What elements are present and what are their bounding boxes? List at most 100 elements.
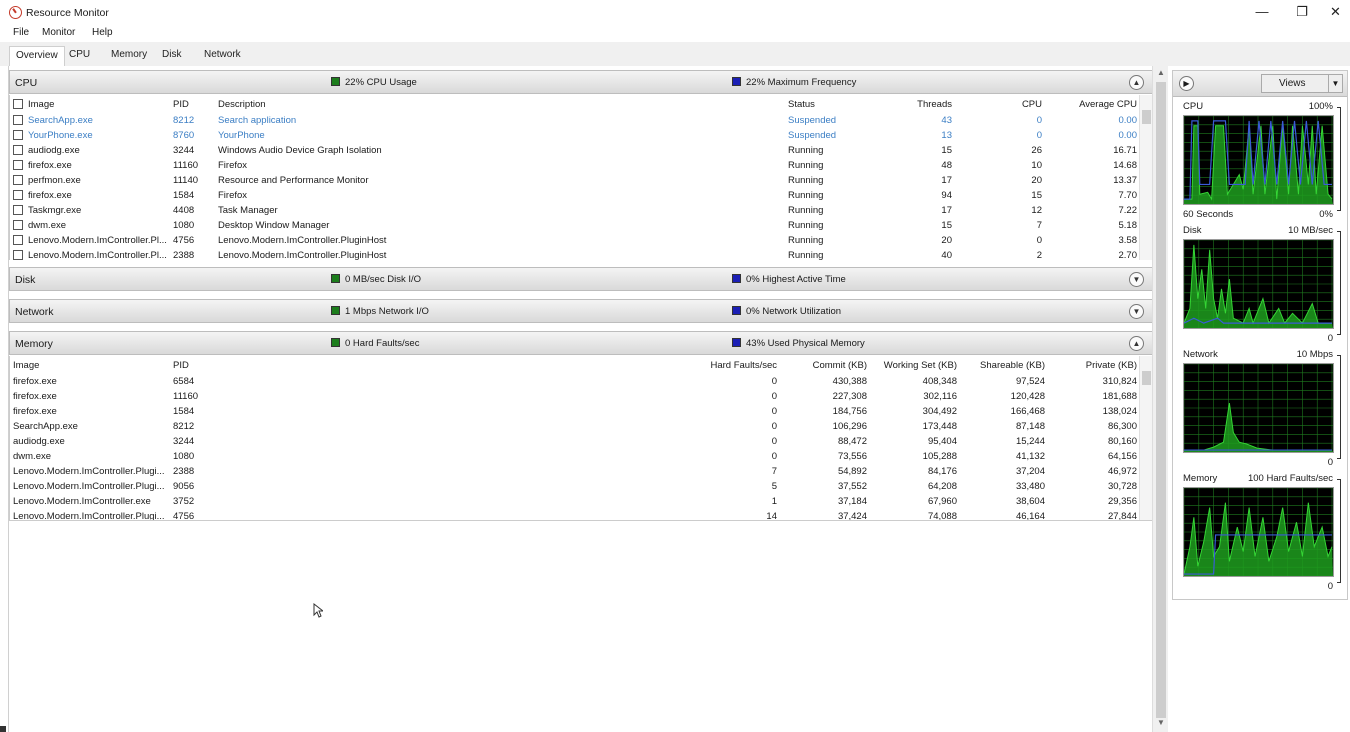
process-cpu: 2 bbox=[1036, 250, 1042, 260]
column-status[interactable]: Status bbox=[785, 95, 865, 113]
scroll-thumb[interactable] bbox=[1156, 82, 1166, 718]
table-row[interactable]: firefox.exe 11160 Firefox Running 48 10 14.68 bbox=[10, 158, 1140, 173]
table-row[interactable]: dwm.exe 1080 Desktop Window Manager Running… bbox=[10, 218, 1140, 233]
maximize-button[interactable]: ❐ bbox=[1280, 0, 1324, 24]
expand-chevron-icon[interactable]: ▼ bbox=[1129, 272, 1144, 287]
row-checkbox[interactable] bbox=[13, 235, 23, 245]
collapse-chevron-icon[interactable]: ▲ bbox=[1129, 75, 1144, 90]
column-threads[interactable]: Threads bbox=[865, 95, 955, 113]
table-row[interactable]: Lenovo.Modern.ImController.Pl... 4756 Leno… bbox=[10, 233, 1140, 248]
green-legend-icon bbox=[331, 306, 340, 315]
column-average-cpu[interactable]: Average CPU bbox=[1045, 95, 1140, 113]
table-row[interactable]: firefox.exe 1584 Firefox Running 94 15 7.70 bbox=[10, 188, 1140, 203]
table-row[interactable]: audiodg.exe 3244 Windows Audio Device Grap… bbox=[10, 143, 1140, 158]
row-checkbox[interactable] bbox=[13, 250, 23, 260]
row-checkbox[interactable] bbox=[13, 160, 23, 170]
memory-table-scrollbar[interactable] bbox=[1139, 356, 1152, 520]
hard-faults: 0 bbox=[771, 451, 777, 462]
process-image: firefox.exe bbox=[10, 188, 170, 203]
hide-graphs-chevron-icon[interactable]: ▶ bbox=[1179, 76, 1194, 91]
process-image: Lenovo.Modern.ImController.Pl... bbox=[10, 248, 170, 260]
row-checkbox[interactable] bbox=[13, 175, 23, 185]
table-row[interactable]: firefox.exe 6584 0 430,388 408,348 97,524 310,… bbox=[10, 374, 1140, 389]
shareable-kb: 87,148 bbox=[1015, 421, 1045, 432]
scroll-down-icon[interactable]: ▼ bbox=[1153, 718, 1169, 732]
tab-overview[interactable]: Overview bbox=[9, 46, 65, 66]
working-set-kb: 105,288 bbox=[922, 451, 957, 462]
cpu-section-header[interactable]: CPU 22% CPU Usage 22% Maximum Frequency … bbox=[9, 70, 1153, 94]
column-private[interactable]: Private (KB) bbox=[1048, 356, 1140, 374]
menu-file[interactable]: File bbox=[13, 27, 29, 38]
dropdown-arrow-icon[interactable]: ▼ bbox=[1328, 75, 1342, 92]
cpu-table-scrollbar[interactable] bbox=[1139, 95, 1152, 260]
process-image: audiodg.exe bbox=[10, 143, 170, 158]
column-image[interactable]: Image bbox=[10, 356, 170, 374]
process-cpu: 26 bbox=[1031, 145, 1042, 156]
column-pid[interactable]: PID bbox=[170, 95, 215, 113]
private-kb: 29,356 bbox=[1107, 496, 1137, 507]
table-row[interactable]: Taskmgr.exe 4408 Task Manager Running 17 12 7.… bbox=[10, 203, 1140, 218]
hard-faults-indicator: 0 Hard Faults/sec bbox=[331, 338, 419, 349]
table-row[interactable]: Lenovo.Modern.ImController.Plugi... 9056 5… bbox=[10, 479, 1140, 494]
minimize-button[interactable]: — bbox=[1240, 0, 1284, 24]
network-section-header[interactable]: Network 1 Mbps Network I/O 0% Network Ut… bbox=[9, 299, 1153, 323]
menu-bar: File Monitor Help bbox=[0, 24, 1350, 42]
table-row[interactable]: SearchApp.exe 8212 0 106,296 173,448 87,148 86… bbox=[10, 419, 1140, 434]
expand-chevron-icon[interactable]: ▼ bbox=[1129, 304, 1144, 319]
green-legend-icon bbox=[331, 274, 340, 283]
table-row[interactable]: Lenovo.Modern.ImController.exe 3752 1 37,18… bbox=[10, 494, 1140, 509]
process-cpu: 0 bbox=[1036, 235, 1042, 246]
collapse-chevron-icon[interactable]: ▲ bbox=[1129, 336, 1144, 351]
table-row[interactable]: SearchApp.exe 8212 Search application Suspe… bbox=[10, 113, 1140, 128]
table-row[interactable]: audiodg.exe 3244 0 88,472 95,404 15,244 80,160 bbox=[10, 434, 1140, 449]
process-status: Running bbox=[788, 220, 824, 231]
process-pid: 3244 bbox=[173, 145, 195, 156]
tab-memory[interactable]: Memory bbox=[105, 46, 153, 66]
table-row[interactable]: YourPhone.exe 8760 YourPhone Suspended 13 0 0.… bbox=[10, 128, 1140, 143]
process-status: Running bbox=[788, 190, 824, 201]
column-hard-faults[interactable]: Hard Faults/sec bbox=[215, 356, 780, 374]
column-commit[interactable]: Commit (KB) bbox=[780, 356, 870, 374]
tab-disk[interactable]: Disk bbox=[156, 46, 187, 66]
main-scrollbar[interactable]: ▲ ▼ bbox=[1152, 66, 1168, 732]
row-checkbox[interactable] bbox=[13, 220, 23, 230]
process-pid: 4408 bbox=[173, 205, 195, 216]
process-image: YourPhone.exe bbox=[10, 128, 170, 143]
column-pid[interactable]: PID bbox=[170, 356, 215, 374]
column-description[interactable]: Description bbox=[215, 95, 785, 113]
green-legend-icon bbox=[331, 338, 340, 347]
working-set-kb: 173,448 bbox=[922, 421, 957, 432]
table-row[interactable]: Lenovo.Modern.ImController.Plugi... 4756 1… bbox=[10, 509, 1140, 520]
row-checkbox[interactable] bbox=[13, 145, 23, 155]
row-checkbox[interactable] bbox=[13, 190, 23, 200]
menu-monitor[interactable]: Monitor bbox=[42, 27, 75, 38]
column-cpu[interactable]: CPU bbox=[955, 95, 1045, 113]
process-pid: 4756 bbox=[173, 235, 195, 246]
table-row[interactable]: dwm.exe 1080 0 73,556 105,288 41,132 64,156 bbox=[10, 449, 1140, 464]
table-row[interactable]: firefox.exe 11160 0 227,308 302,116 120,428 18… bbox=[10, 389, 1140, 404]
column-shareable[interactable]: Shareable (KB) bbox=[960, 356, 1048, 374]
close-button[interactable]: ✕ bbox=[1321, 0, 1350, 24]
column-image[interactable]: Image bbox=[10, 95, 170, 113]
process-pid: 11160 bbox=[173, 160, 199, 171]
row-checkbox[interactable] bbox=[13, 115, 23, 125]
disk-section-header[interactable]: Disk 0 MB/sec Disk I/O 0% Highest Active… bbox=[9, 267, 1153, 291]
process-threads: 94 bbox=[941, 190, 952, 201]
scroll-thumb[interactable] bbox=[1142, 371, 1151, 385]
table-row[interactable]: Lenovo.Modern.ImController.Plugi... 2388 7… bbox=[10, 464, 1140, 479]
row-checkbox[interactable] bbox=[13, 205, 23, 215]
row-checkbox[interactable] bbox=[13, 130, 23, 140]
table-row[interactable]: perfmon.exe 11140 Resource and Performance… bbox=[10, 173, 1140, 188]
views-dropdown[interactable]: Views ▼ bbox=[1261, 74, 1343, 93]
table-row[interactable]: firefox.exe 1584 0 184,756 304,492 166,468 138… bbox=[10, 404, 1140, 419]
select-all-checkbox[interactable] bbox=[13, 98, 23, 109]
scroll-up-icon[interactable]: ▲ bbox=[1153, 68, 1169, 82]
tab-network[interactable]: Network bbox=[198, 46, 247, 66]
column-working-set[interactable]: Working Set (KB) bbox=[870, 356, 960, 374]
tab-cpu[interactable]: CPU bbox=[63, 46, 96, 66]
scroll-thumb[interactable] bbox=[1142, 110, 1151, 124]
memory-section-header[interactable]: Memory 0 Hard Faults/sec 43% Used Physic… bbox=[9, 331, 1153, 355]
table-row[interactable]: Lenovo.Modern.ImController.Pl... 2388 Leno… bbox=[10, 248, 1140, 260]
process-pid: 11140 bbox=[173, 175, 199, 186]
menu-help[interactable]: Help bbox=[92, 27, 113, 38]
